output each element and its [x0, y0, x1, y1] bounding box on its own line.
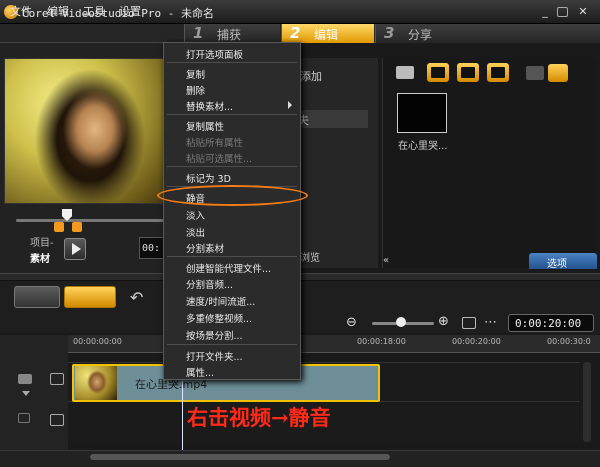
preview-photo — [5, 59, 181, 203]
tab-capture-label: 捕获 — [217, 28, 242, 42]
context-menu-item[interactable]: 按场景分割... — [186, 328, 243, 342]
track-header-column — [0, 335, 68, 450]
ruler-label: 00:00:30:0 — [547, 337, 591, 346]
clip-mode-label[interactable]: 素材 — [30, 250, 50, 265]
video-clip-thumbnail — [75, 366, 117, 400]
library-audio-button[interactable] — [487, 63, 509, 82]
submenu-arrow-icon — [288, 101, 292, 109]
menu-settings[interactable]: 设置 — [119, 3, 141, 19]
zoom-out-icon[interactable]: ⊖ — [346, 315, 357, 330]
tab-edit[interactable]: 2 编辑 — [281, 24, 374, 43]
photo-icon — [461, 67, 475, 78]
context-menu-item[interactable]: 复制 — [186, 67, 205, 81]
menu-separator — [167, 256, 297, 257]
play-icon — [72, 243, 81, 255]
timeline-ruler[interactable] — [68, 335, 600, 353]
context-menu-item[interactable]: 标记为 3D — [186, 171, 231, 185]
tab-capture-number: 1 — [193, 24, 204, 42]
context-menu-item: 粘贴所有属性 — [186, 138, 244, 149]
project-timecode[interactable]: 0:00:20:00 — [508, 314, 594, 332]
zoom-slider-handle[interactable] — [396, 317, 406, 327]
context-menu-item: 粘贴可选属性... — [186, 154, 253, 165]
tab-share-label: 分享 — [408, 28, 433, 42]
tab-edit-label: 编辑 — [314, 28, 339, 42]
context-menu-item[interactable]: 属性... — [186, 365, 214, 379]
scrub-bar[interactable] — [16, 219, 166, 222]
tab-capture[interactable]: 1 捕获 — [184, 24, 280, 43]
ruler-label: 00:00:00:00 — [73, 337, 122, 346]
list-view-icon[interactable] — [526, 66, 544, 80]
library-photo-button[interactable] — [457, 63, 479, 82]
context-menu-item[interactable]: 淡入 — [186, 208, 205, 222]
close-button[interactable]: ✕ — [576, 5, 590, 19]
thumbnail-view-icon[interactable] — [548, 64, 568, 82]
library-panel — [382, 58, 596, 268]
trim-start-marker[interactable] — [54, 222, 64, 232]
options-browse-label[interactable]: 浏览 — [300, 249, 320, 264]
project-mode-label[interactable]: 项目- — [30, 234, 54, 249]
library-media-thumbnail[interactable] — [397, 93, 447, 133]
ruler-label: 00:00:18:00 — [357, 337, 406, 346]
film-icon — [431, 67, 445, 78]
menu-tools[interactable]: 工具 — [83, 3, 105, 19]
folder-icon[interactable] — [396, 66, 414, 79]
library-media-caption: 在心里哭... — [398, 141, 448, 152]
highlight-ellipse — [157, 185, 308, 206]
music-note-icon — [491, 67, 505, 78]
fit-project-icon[interactable] — [462, 317, 476, 329]
maximize-button[interactable] — [557, 7, 568, 17]
track-expand-icon[interactable] — [22, 391, 30, 396]
horizontal-scrollbar[interactable] — [90, 454, 390, 460]
context-menu-item[interactable]: 创建智能代理文件... — [186, 261, 271, 275]
tab-share[interactable]: 3 分享 — [375, 24, 600, 43]
context-menu-item[interactable]: 淡出 — [186, 225, 205, 239]
overlay-lock-icon[interactable] — [18, 413, 30, 423]
ruler-label: 00:00:20:00 — [452, 337, 501, 346]
overlay-track-icon — [50, 414, 64, 426]
zoom-in-icon[interactable]: ⊕ — [438, 314, 449, 329]
context-menu-item[interactable]: 打开选项面板 — [186, 47, 243, 61]
options-tab[interactable]: 选项 — [529, 253, 597, 270]
library-video-button[interactable] — [427, 63, 449, 82]
context-menu-item[interactable]: 速度/时间流逝... — [186, 294, 255, 308]
context-menu: 打开选项面板 复制 删除 替换素材... 复制属性 粘贴所有属性 粘贴可选属性.… — [163, 42, 301, 380]
context-menu-item[interactable]: 打开文件夹... — [186, 349, 243, 363]
track-lock-icon[interactable] — [18, 374, 32, 384]
tab-share-number: 3 — [384, 24, 395, 42]
menu-edit[interactable]: 编辑 — [47, 3, 69, 19]
timeline-view-button[interactable] — [64, 286, 116, 308]
preview-window[interactable] — [4, 58, 182, 204]
more-options-icon[interactable]: ⋯ — [484, 315, 497, 330]
menu-separator — [167, 62, 297, 63]
context-menu-item[interactable]: 复制属性 — [186, 119, 224, 133]
tab-edit-number: 2 — [290, 24, 301, 42]
instruction-annotation: 右击视频→静音 — [187, 405, 331, 430]
context-menu-item[interactable]: 删除 — [186, 83, 205, 97]
menu-separator — [167, 166, 297, 167]
vertical-scrollbar[interactable] — [583, 362, 591, 442]
context-menu-item[interactable]: 分割素材 — [186, 241, 224, 255]
video-track-icon — [50, 373, 64, 385]
menu-file[interactable]: 文件 — [10, 3, 32, 19]
menu-separator — [167, 344, 297, 345]
library-collapse-icon[interactable]: « — [383, 255, 389, 266]
undo-icon[interactable]: ↶ — [130, 288, 143, 307]
storyboard-view-button[interactable] — [14, 286, 60, 308]
trim-end-marker[interactable] — [72, 222, 82, 232]
context-menu-item[interactable]: 多重修整视频... — [186, 311, 252, 325]
context-menu-item[interactable]: 替换素材... — [186, 99, 233, 113]
minimize-button[interactable]: _ — [538, 5, 552, 19]
context-menu-item[interactable]: 分割音频... — [186, 277, 233, 291]
menu-separator — [167, 114, 297, 115]
options-add-label: 添加 — [300, 70, 322, 83]
